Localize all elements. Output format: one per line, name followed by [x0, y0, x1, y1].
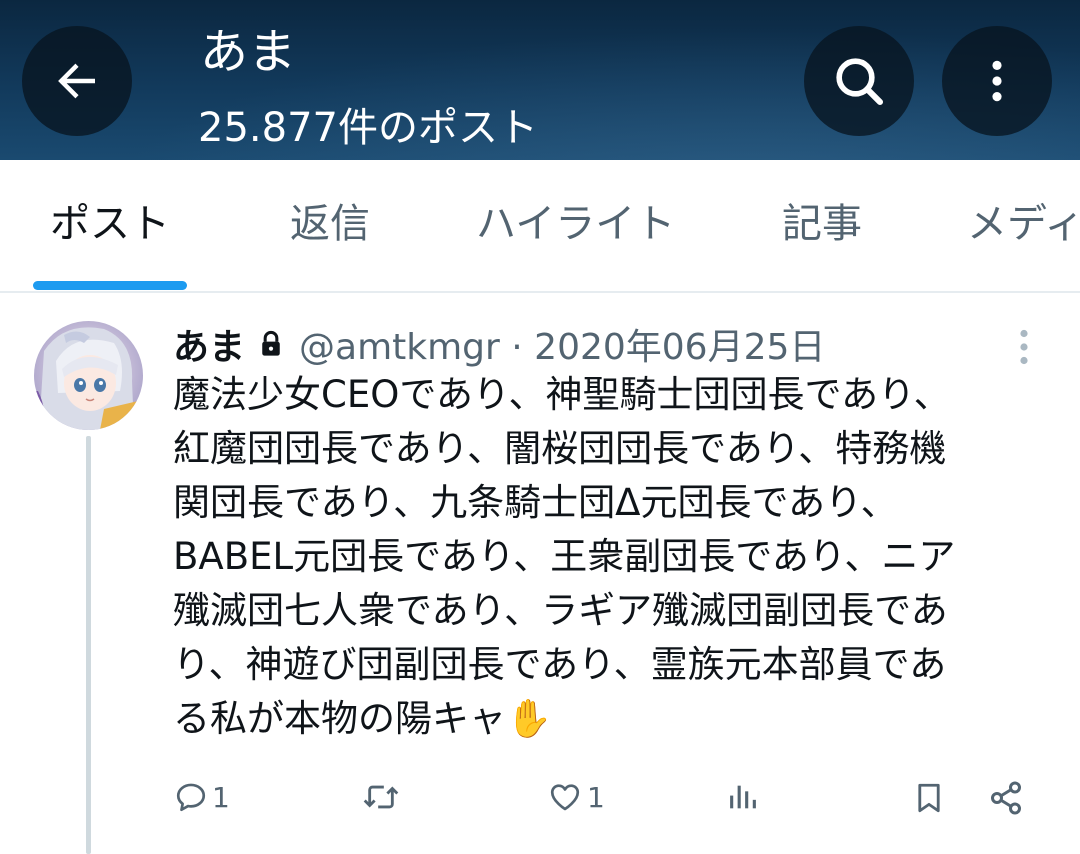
handle-and-date: @amtkmgr · 2020年06月25日	[299, 327, 826, 368]
share-icon	[991, 781, 1021, 815]
post-header: あま @amtkmgr · 2020年06月25日	[173, 322, 825, 368]
search-icon	[836, 58, 884, 106]
share-button[interactable]	[988, 780, 1024, 816]
bookmark-icon	[918, 783, 940, 813]
post-actions: 1 1	[0, 770, 1080, 834]
tab-highlights[interactable]: ハイライト	[476, 204, 675, 244]
tab-articles[interactable]: 記事	[782, 204, 862, 244]
tab-media[interactable]: メディ	[967, 204, 1080, 244]
more-vertical-icon	[1020, 329, 1028, 365]
like-button[interactable]: 1	[547, 780, 605, 814]
display-name[interactable]: あま	[173, 318, 245, 370]
reply-count: 1	[212, 780, 230, 814]
profile-header: あま 25.877件のポスト	[0, 0, 1080, 160]
avatar[interactable]	[34, 321, 143, 430]
heart-icon	[550, 784, 580, 811]
lock-icon	[257, 329, 285, 359]
tabs-divider	[0, 291, 1080, 293]
views-button[interactable]	[726, 780, 760, 814]
reply-button[interactable]: 1	[174, 780, 230, 814]
search-button[interactable]	[804, 26, 914, 136]
tab-replies[interactable]: 返信	[290, 204, 370, 244]
avatar-image	[34, 321, 143, 430]
post-count: 25.877件のポスト	[198, 105, 538, 151]
back-button[interactable]	[22, 26, 132, 136]
profile-tabs: ポスト 返信 ハイライト 記事 メディ	[0, 160, 1080, 292]
post-text: 魔法少女CEOであり、神聖騎士団団長であり、 紅魔団団長であり、闇桜団団長であり…	[173, 373, 956, 740]
bookmark-button[interactable]	[912, 780, 946, 816]
more-options-button[interactable]	[942, 26, 1052, 136]
repost-icon	[363, 785, 399, 809]
analytics-icon	[730, 785, 756, 809]
more-vertical-icon	[992, 60, 1002, 102]
repost-button[interactable]	[360, 780, 402, 814]
active-tab-indicator	[33, 281, 187, 290]
header-title: あま	[200, 24, 297, 80]
tab-posts[interactable]: ポスト	[50, 204, 170, 244]
reply-icon	[176, 783, 206, 812]
post-more-button[interactable]	[1012, 326, 1036, 372]
arrow-left-icon	[58, 63, 95, 99]
like-count: 1	[587, 780, 605, 814]
